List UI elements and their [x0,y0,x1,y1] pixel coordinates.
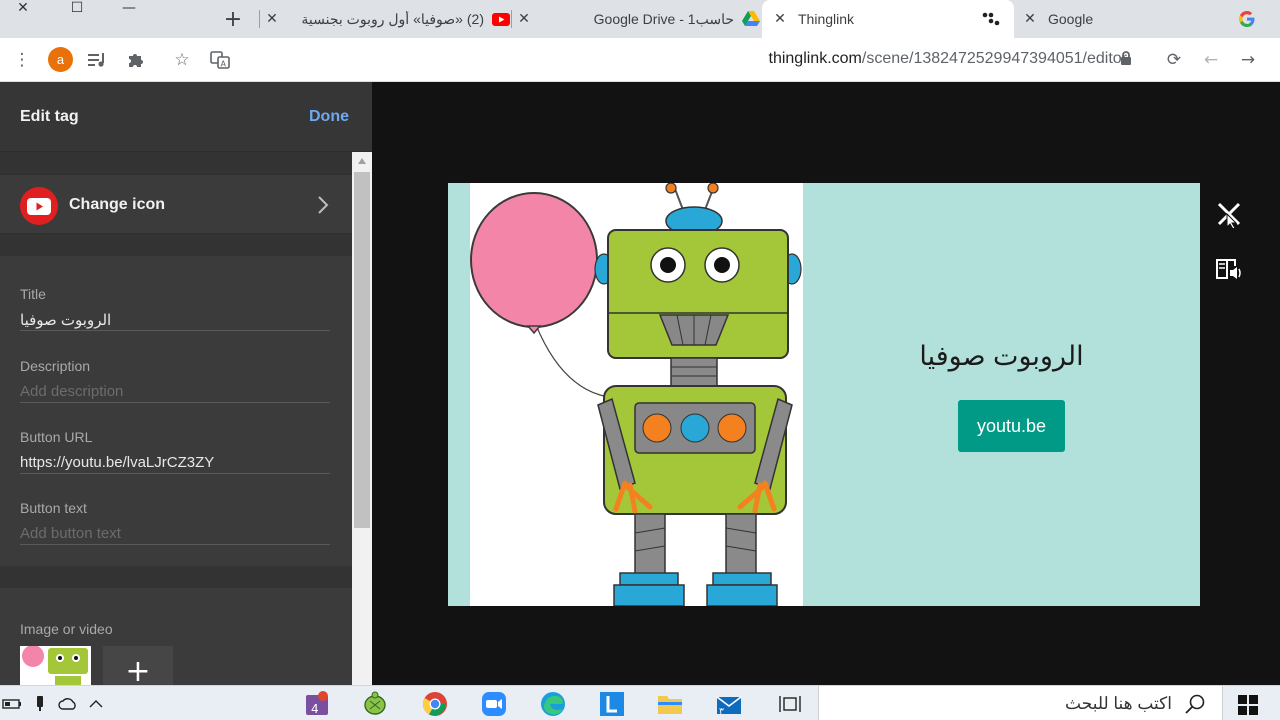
browser-toolbar: ⋮ a ☆ A thinglink.com/scene/138247252994… [0,38,1280,82]
zoom-icon[interactable] [479,690,509,718]
description-label: Description [20,358,91,374]
windows-start-icon[interactable] [1238,695,1258,715]
window-close-button[interactable]: ✕ [0,0,46,16]
search-icon [1185,694,1205,714]
taskbar-search-placeholder: اكتب هنا للبحث [1065,694,1172,713]
battery-icon[interactable] [2,695,22,713]
chevron-right-icon [314,193,332,217]
immersive-reader-icon[interactable] [1215,256,1243,282]
button-url-input[interactable] [20,452,330,474]
button-text-input[interactable] [20,523,330,545]
image-or-video-field: Image or video [20,621,330,637]
extensions-puzzle-icon[interactable] [124,48,148,72]
tab-separator [511,10,512,28]
address-bar-url[interactable]: thinglink.com/scene/1382472529947394051/… [769,50,1128,68]
close-icon[interactable]: ✕ [514,11,534,27]
tag-preview-card: الروبوت صوفيا youtu.be [448,183,1200,606]
title-label: Title [20,286,46,302]
profile-avatar[interactable]: a [48,47,73,72]
back-arrow-icon[interactable]: ← [1199,48,1223,72]
windows-taskbar: 4 ٣ اكتب هنا للبحث [0,685,1280,720]
tab-google-drive[interactable]: ✕ حاسب1 - Google Drive [514,0,760,38]
tab-title: حاسب1 - Google Drive [593,10,734,27]
svg-text:A: A [221,60,227,69]
youtube-icon [492,10,510,28]
file-explorer-icon[interactable] [655,690,685,718]
panel-title: Edit tag [20,108,79,125]
browser-tab-strip: ✕ ☐ — + ✕ (2) «صوفيا» أول روبوت بجنسية ✕… [0,0,1280,38]
close-icon[interactable]: ✕ [770,11,790,27]
close-icon[interactable]: ✕ [1020,11,1040,27]
bookmark-star-icon[interactable]: ☆ [170,48,194,72]
change-icon-row[interactable]: Change icon [0,174,352,234]
task-view-icon[interactable] [775,690,805,718]
translate-icon[interactable]: A [208,48,232,72]
panel-scrollbar[interactable] [352,152,372,685]
browser-menu-icon[interactable]: ⋮ [10,48,34,72]
tab-google[interactable]: ✕ Google [1016,0,1264,38]
chevron-up-icon[interactable] [86,695,106,713]
app-badge-icon[interactable]: 4 [302,690,332,718]
google-drive-icon [742,10,760,28]
card-title: الروبوت صوفيا [919,341,1084,371]
svg-text:٣: ٣ [719,707,724,715]
tag-preview-stage: الروبوت صوفيا youtu.be [372,82,1280,685]
description-input[interactable] [20,381,330,403]
change-icon-label: Change icon [69,196,166,213]
window-minimize-button[interactable]: — [106,0,152,16]
reload-icon[interactable]: ⟳ [1162,48,1186,72]
add-media-button[interactable]: + [103,646,173,685]
description-field: Description [20,358,330,403]
mail-icon[interactable]: ٣ [714,690,744,718]
scrollbar-thumb[interactable] [354,172,370,528]
microphone-icon[interactable] [30,695,50,713]
scroll-up-arrow-icon[interactable] [352,152,372,170]
edit-tag-panel: Edit tag Done Change icon Title Descript… [0,82,372,685]
forward-arrow-icon[interactable]: → [1236,48,1260,72]
thinglink-dots-icon [982,10,1000,28]
button-text-field: Button text [20,500,330,545]
new-tab-button[interactable]: + [220,6,246,32]
youtube-icon [20,187,58,225]
tab-thinglink[interactable]: ✕ Thinglink [762,0,1014,38]
done-button[interactable]: Done [309,108,349,126]
panel-body: Change icon Title Description Button URL… [0,152,352,685]
button-url-label: Button URL [20,429,93,445]
taskbar-search-box[interactable]: اكتب هنا للبحث [818,686,1223,720]
button-url-field: Button URL [20,429,330,474]
tab-title: (2) «صوفيا» أول روبوت بجنسية [301,10,484,27]
media-thumbnail[interactable] [20,646,91,685]
section-divider [0,152,352,174]
onedrive-cloud-icon[interactable] [58,695,78,713]
button-text-label: Button text [20,500,87,516]
close-icon[interactable]: ✕ [262,11,282,27]
l-app-icon[interactable] [597,690,627,718]
chrome-icon[interactable] [420,690,450,718]
google-g-icon [1238,10,1256,28]
close-preview-icon[interactable] [1215,200,1243,230]
tab-title: Thinglink [798,11,855,27]
panel-header: Edit tag Done [0,82,372,152]
turtle-app-icon[interactable] [360,690,390,718]
edge-icon[interactable] [538,690,568,718]
card-link-button[interactable]: youtu.be [958,400,1065,452]
title-field: Title [20,286,330,331]
tab-youtube[interactable]: ✕ (2) «صوفيا» أول روبوت بجنسية [262,0,510,38]
window-maximize-button[interactable]: ☐ [54,0,100,16]
image-or-video-label: Image or video [20,621,113,637]
tab-separator [259,10,260,28]
section-divider [0,234,352,256]
media-queue-icon[interactable] [85,48,109,72]
section-divider [0,566,352,588]
robot-illustration [470,183,803,606]
tab-title: Google [1048,11,1094,27]
svg-text:4: 4 [311,702,319,716]
lock-icon[interactable] [1120,51,1134,67]
title-input[interactable] [20,309,330,331]
